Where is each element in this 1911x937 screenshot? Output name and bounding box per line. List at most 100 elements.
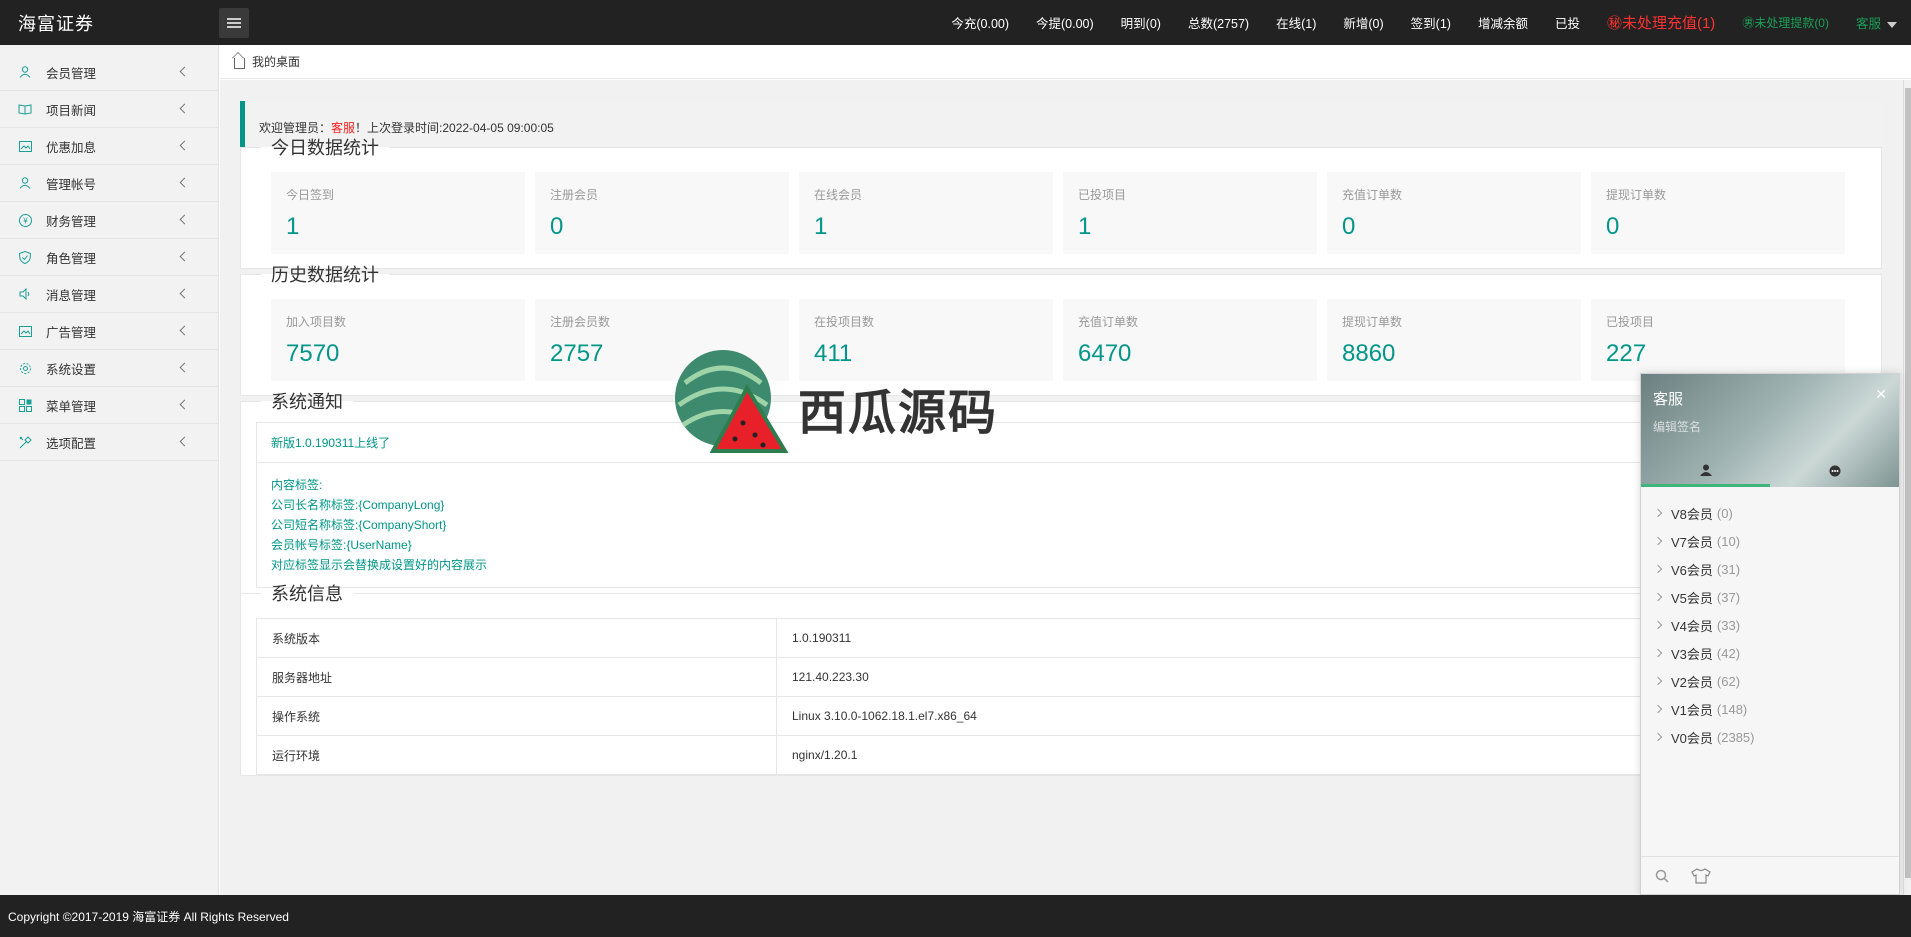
im-group-item[interactable]: V3会员 (42) — [1641, 639, 1899, 667]
sidebar-item-8[interactable]: 系统设置 — [0, 350, 218, 387]
chevron-left-icon — [179, 436, 190, 447]
home-icon — [234, 58, 245, 69]
sidebar-item-9[interactable]: 菜单管理 — [0, 387, 218, 424]
im-signature[interactable]: 编辑签名 — [1653, 418, 1701, 435]
picture-icon — [18, 139, 32, 153]
topnav-link-1[interactable]: 今提(0.00) — [1036, 13, 1094, 32]
chevron-right-icon — [1653, 648, 1663, 658]
tab-history[interactable] — [1770, 455, 1899, 487]
topnav-link-9[interactable]: ㊙未处理充值(1) — [1607, 12, 1715, 33]
tools-icon — [18, 435, 32, 449]
im-group-item[interactable]: V7会员 (10) — [1641, 527, 1899, 555]
app-logo[interactable]: 海富证券 — [0, 10, 219, 36]
stat-card[interactable]: 在线会员 1 — [799, 172, 1053, 254]
im-group-name: V3会员 — [1671, 646, 1713, 662]
hamburger-icon — [227, 17, 241, 28]
scrollbar-thumb[interactable] — [1905, 88, 1911, 878]
notice-headline[interactable]: 新版1.0.190311上线了 — [257, 423, 1865, 463]
sidebar-item-7[interactable]: 广告管理 — [0, 313, 218, 350]
im-group-item[interactable]: V6会员 (31) — [1641, 555, 1899, 583]
user-icon — [18, 176, 32, 190]
sidebar-item-3[interactable]: 管理帐号 — [0, 165, 218, 202]
topnav-link-10[interactable]: ㊚未处理提款(0) — [1742, 14, 1829, 31]
sidebar-item-label: 项目新闻 — [46, 103, 97, 118]
stat-label: 在投项目数 — [814, 315, 875, 329]
stat-card[interactable]: 充值订单数 6470 — [1063, 299, 1317, 381]
rmb-icon: ¥ — [18, 213, 32, 227]
gear-icon — [18, 361, 32, 375]
system-info-title: 系统信息 — [271, 584, 343, 604]
notice-card: 新版1.0.190311上线了 内容标签: 公司长名称标签:{CompanyLon… — [256, 422, 1866, 588]
topnav-link-8[interactable]: 已投 — [1555, 13, 1580, 32]
content-scrollbar[interactable] — [1903, 80, 1911, 895]
im-group-item[interactable]: V5会员 (37) — [1641, 583, 1899, 611]
stat-label: 充值订单数 — [1078, 315, 1139, 329]
info-key: 操作系统 — [256, 696, 777, 736]
stat-value: 7570 — [286, 340, 340, 367]
stat-card[interactable]: 已投项目 1 — [1063, 172, 1317, 254]
chevron-left-icon — [179, 362, 190, 373]
stat-card[interactable]: 已投项目 227 — [1591, 299, 1845, 381]
notice-line: 内容标签: — [271, 478, 323, 492]
sidebar-item-4[interactable]: ¥ 财务管理 — [0, 202, 218, 239]
chevron-right-icon — [1653, 536, 1663, 546]
chat-bubble-icon — [1829, 465, 1840, 477]
notice-line: 公司短名称标签:{CompanyShort} — [271, 518, 447, 532]
stat-card[interactable]: 今日签到 1 — [271, 172, 525, 254]
stat-card[interactable]: 提现订单数 8860 — [1327, 299, 1581, 381]
stat-label: 注册会员 — [550, 188, 599, 202]
sidebar-item-1[interactable]: 项目新闻 — [0, 91, 218, 128]
im-group-item[interactable]: V4会员 (33) — [1641, 611, 1899, 639]
topnav-link-7[interactable]: 增减余额 — [1478, 13, 1528, 32]
chevron-left-icon — [179, 399, 190, 410]
menu-toggle-button[interactable] — [219, 7, 249, 38]
chevron-left-icon — [179, 140, 190, 151]
chevron-right-icon — [1653, 732, 1663, 742]
stat-card[interactable]: 加入项目数 7570 — [271, 299, 525, 381]
im-group-item[interactable]: V1会员 (148) — [1641, 695, 1899, 723]
im-group-item[interactable]: V8会员 (0) — [1641, 499, 1899, 527]
stat-card[interactable]: 注册会员 0 — [535, 172, 789, 254]
topnav-link-6[interactable]: 签到(1) — [1411, 13, 1451, 32]
stat-card[interactable]: 提现订单数 0 — [1591, 172, 1845, 254]
sidebar-item-label: 广告管理 — [46, 325, 97, 340]
breadcrumb-current[interactable]: 我的桌面 — [252, 53, 300, 70]
topnav-link-2[interactable]: 明到(0) — [1121, 13, 1161, 32]
system-notice-title: 系统通知 — [271, 392, 343, 412]
sidebar-item-0[interactable]: 会员管理 — [0, 54, 218, 91]
sidebar-item-10[interactable]: 选项配置 — [0, 424, 218, 461]
stat-card[interactable]: 充值订单数 0 — [1327, 172, 1581, 254]
stat-value: 6470 — [1078, 340, 1132, 367]
stat-label: 已投项目 — [1606, 315, 1655, 329]
topnav-link-4[interactable]: 在线(1) — [1276, 13, 1316, 32]
chevron-right-icon — [1653, 704, 1663, 714]
im-group-item[interactable]: V0会员 (2385) — [1641, 723, 1899, 751]
skin-shirt-icon[interactable] — [1691, 867, 1711, 884]
topnav-link-5[interactable]: 新增(0) — [1343, 13, 1383, 32]
topnav-link-11[interactable]: 客服 — [1856, 13, 1897, 32]
close-icon[interactable]: ✕ — [1875, 386, 1887, 403]
notice-line: 公司长名称标签:{CompanyLong} — [271, 498, 445, 512]
today-stats-panel: 今日数据统计 今日签到 1 注册会员 0 在线会员 1 已投项目 1 充值订单数 0 提现订单数 0 — [240, 134, 1882, 269]
topnav-link-0[interactable]: 今充(0.00) — [951, 13, 1009, 32]
stat-label: 加入项目数 — [286, 315, 347, 329]
im-group-count: (148) — [1716, 701, 1748, 717]
im-toolbar — [1641, 856, 1899, 894]
system-info-panel: 系统信息 系统版本 1.0.190311 服务器地址 121.40.223.30 操作系… — [240, 580, 1884, 776]
chevron-right-icon — [1653, 592, 1663, 602]
topnav-link-3[interactable]: 总数(2757) — [1188, 13, 1249, 32]
watermelon-logo-icon — [675, 350, 789, 453]
sidebar-item-6[interactable]: 消息管理 — [0, 276, 218, 313]
sidebar-item-label: 消息管理 — [46, 288, 97, 303]
tab-friends[interactable] — [1641, 455, 1770, 487]
sidebar-item-2[interactable]: 优惠加息 — [0, 128, 218, 165]
today-stats-title: 今日数据统计 — [271, 138, 379, 158]
search-icon[interactable] — [1655, 869, 1669, 883]
chevron-right-icon — [1653, 676, 1663, 686]
sidebar-item-5[interactable]: 角色管理 — [0, 239, 218, 276]
info-key: 运行环境 — [256, 735, 777, 775]
im-group-count: (42) — [1716, 645, 1741, 661]
sidebar-item-label: 优惠加息 — [46, 140, 97, 155]
im-group-item[interactable]: V2会员 (62) — [1641, 667, 1899, 695]
stat-label: 注册会员数 — [550, 315, 611, 329]
